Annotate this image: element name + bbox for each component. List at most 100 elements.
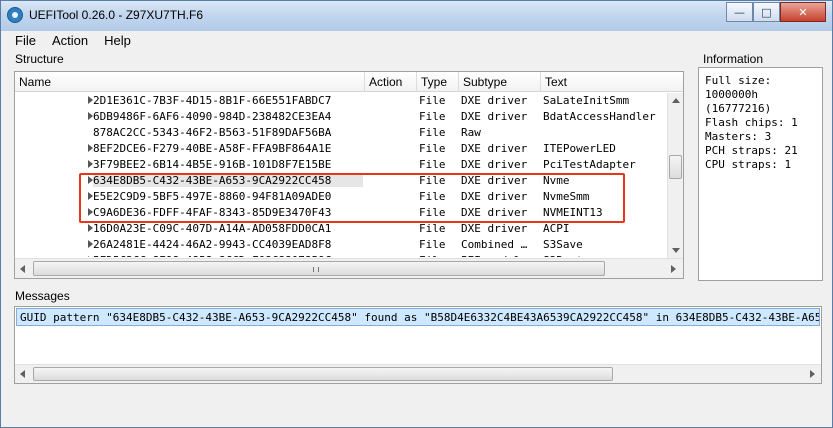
cell-text: SaLateInitSmm [543, 94, 630, 107]
cell-text: Nvme [543, 174, 570, 187]
cell-subtype: DXE driver [461, 110, 528, 123]
scroll-left-icon[interactable] [20, 370, 25, 378]
cell-name: 3F79BEE2-6B14-4B5E-916B-101D8F7E15BE [93, 158, 332, 171]
cell-subtype: DXE driver [461, 158, 528, 171]
structure-hscroll-thumb[interactable] [33, 261, 605, 276]
cell-subtype: DXE driver [461, 190, 528, 203]
cell-name: 2D1E361C-7B3F-4D15-8B1F-66E551FABDC7 [93, 94, 332, 107]
cell-subtype: PEI module [461, 254, 527, 257]
cell-type: File [419, 206, 446, 219]
cell-name: 634E8DB5-C432-43BE-A653-9CA2922CC458 [93, 174, 363, 187]
minimize-button[interactable]: — [726, 2, 753, 22]
cell-type: File [419, 254, 446, 257]
cell-text: BdatAccessHandler [543, 110, 656, 123]
table-row[interactable]: 878AC2CC-5343-46F2-B563-51F89DAF56BA File… [15, 125, 667, 141]
messages-horizontal-scrollbar[interactable] [15, 364, 821, 383]
cell-text: ITEPowerLED [543, 142, 616, 155]
cell-name: 5FD5C3CC-8E98-4858-8CCD-F08C8807859C [93, 254, 363, 257]
title-bar[interactable]: UEFITool 0.26.0 - Z97XU7TH.F6 — □ ✕ [1, 1, 832, 31]
structure-label: Structure [15, 52, 64, 66]
app-window: UEFITool 0.26.0 - Z97XU7TH.F6 — □ ✕ File… [0, 0, 833, 428]
cell-subtype: DXE driver [461, 94, 528, 107]
info-line: 1000000h [705, 88, 758, 101]
maximize-button[interactable]: □ [753, 2, 780, 22]
cell-name: 16D0A23E-C09C-407D-A14A-AD058FDD0CA1 [93, 222, 332, 235]
structure-horizontal-scrollbar[interactable] [15, 258, 683, 278]
minimize-icon: — [734, 5, 745, 19]
cell-text: NvmeSmm [543, 190, 590, 203]
table-row[interactable]: 3F79BEE2-6B14-4B5E-916B-101D8F7E15BE File… [15, 157, 667, 173]
table-row[interactable]: 16D0A23E-C09C-407D-A14A-AD058FDD0CA1 File… [15, 221, 667, 237]
table-row[interactable]: C9A6DE36-FDFF-4FAF-8343-85D9E3470F43 File… [15, 205, 667, 221]
messages-label: Messages [15, 289, 70, 303]
close-icon: ✕ [798, 5, 808, 19]
column-name[interactable]: Name [15, 72, 365, 92]
cell-subtype: DXE driver [461, 222, 528, 235]
menu-action[interactable]: Action [44, 31, 96, 51]
message-line[interactable]: GUID pattern "634E8DB5-C432-43BE-A653-9C… [16, 308, 820, 326]
close-button[interactable]: ✕ [780, 2, 826, 22]
menu-file[interactable]: File [7, 31, 44, 51]
cell-type: File [419, 190, 446, 203]
cell-name: 878AC2CC-5343-46F2-B563-51F89DAF56BA [93, 126, 332, 139]
info-line: Masters: 3 [705, 130, 772, 143]
table-row[interactable]: 8EF2DCE6-F279-40BE-A58F-FFA9BF864A1E File… [15, 141, 667, 157]
structure-rows: 2D1E361C-7B3F-4D15-8B1F-66E551FABDC7 File… [15, 93, 667, 257]
information-panel: Full size: 1000000h (16777216) Flash chips:… [698, 67, 823, 281]
cell-text: PciTestAdapter [543, 158, 636, 171]
structure-tree[interactable]: Name Action Type Subtype Text 2D1E361C-7… [14, 71, 684, 279]
table-row[interactable]: E5E2C9D9-5BF5-497E-8860-94F81A09ADE0 File… [15, 189, 667, 205]
window-controls: — □ ✕ [726, 2, 826, 22]
info-line: Flash chips: 1 [705, 116, 798, 129]
cell-type: File [419, 222, 446, 235]
cell-type: File [419, 126, 446, 139]
column-text[interactable]: Text [541, 72, 683, 92]
cell-text: NVMEINT13 [543, 206, 603, 219]
cell-name: 6DB9486F-6AF6-4090-984D-238482CE3EA4 [93, 110, 332, 123]
table-row[interactable]: 634E8DB5-C432-43BE-A653-9CA2922CC458 File… [15, 173, 667, 189]
cell-type: File [419, 110, 446, 123]
cell-type: File [419, 158, 446, 171]
app-icon [7, 7, 23, 23]
scroll-down-icon[interactable] [672, 248, 680, 253]
structure-vscroll-thumb[interactable] [669, 155, 682, 179]
cell-text: ACPI [543, 222, 570, 235]
structure-vertical-scrollbar[interactable] [667, 93, 683, 258]
messages-list[interactable]: GUID pattern "634E8DB5-C432-43BE-A653-9C… [14, 306, 822, 384]
cell-text: S3Restore [543, 254, 603, 257]
table-row[interactable]: 26A2481E-4424-46A2-9943-CC4039EAD8F8 File… [15, 237, 667, 253]
scroll-right-icon[interactable] [810, 370, 815, 378]
cell-name: E5E2C9D9-5BF5-497E-8860-94F81A09ADE0 [93, 190, 332, 203]
information-text: Full size: 1000000h (16777216) Flash chips:… [705, 74, 798, 172]
menu-bar: File Action Help [1, 31, 832, 51]
scroll-right-icon[interactable] [671, 265, 676, 273]
table-row[interactable]: 2D1E361C-7B3F-4D15-8B1F-66E551FABDC7 File… [15, 93, 667, 109]
column-subtype[interactable]: Subtype [459, 72, 541, 92]
cell-type: File [419, 238, 446, 251]
info-line: (16777216) [705, 102, 772, 115]
column-action[interactable]: Action [365, 72, 417, 92]
cell-subtype: Combined … [461, 238, 528, 251]
maximize-icon: □ [761, 5, 772, 19]
scroll-up-icon[interactable] [672, 98, 680, 103]
column-type[interactable]: Type [417, 72, 459, 92]
cell-text: S3Save [543, 238, 583, 251]
table-row[interactable]: 5FD5C3CC-8E98-4858-8CCD-F08C8807859C File… [15, 253, 667, 257]
info-line: CPU straps: 1 [705, 158, 792, 171]
info-line: PCH straps: 21 [705, 144, 798, 157]
cell-name: 8EF2DCE6-F279-40BE-A58F-FFA9BF864A1E [93, 142, 332, 155]
menu-help[interactable]: Help [96, 31, 139, 51]
window-title: UEFITool 0.26.0 - Z97XU7TH.F6 [29, 8, 204, 22]
cell-type: File [419, 174, 446, 187]
cell-type: File [419, 94, 446, 107]
cell-subtype: DXE driver [461, 206, 528, 219]
scroll-left-icon[interactable] [20, 265, 25, 273]
table-row[interactable]: 6DB9486F-6AF6-4090-984D-238482CE3EA4 File… [15, 109, 667, 125]
structure-header: Name Action Type Subtype Text [15, 72, 683, 92]
cell-subtype: Raw [461, 126, 481, 139]
cell-name: C9A6DE36-FDFF-4FAF-8343-85D9E3470F43 [93, 206, 332, 219]
messages-hscroll-thumb[interactable] [33, 367, 613, 381]
cell-name: 26A2481E-4424-46A2-9943-CC4039EAD8F8 [93, 238, 332, 251]
cell-type: File [419, 142, 446, 155]
information-label: Information [703, 52, 764, 66]
